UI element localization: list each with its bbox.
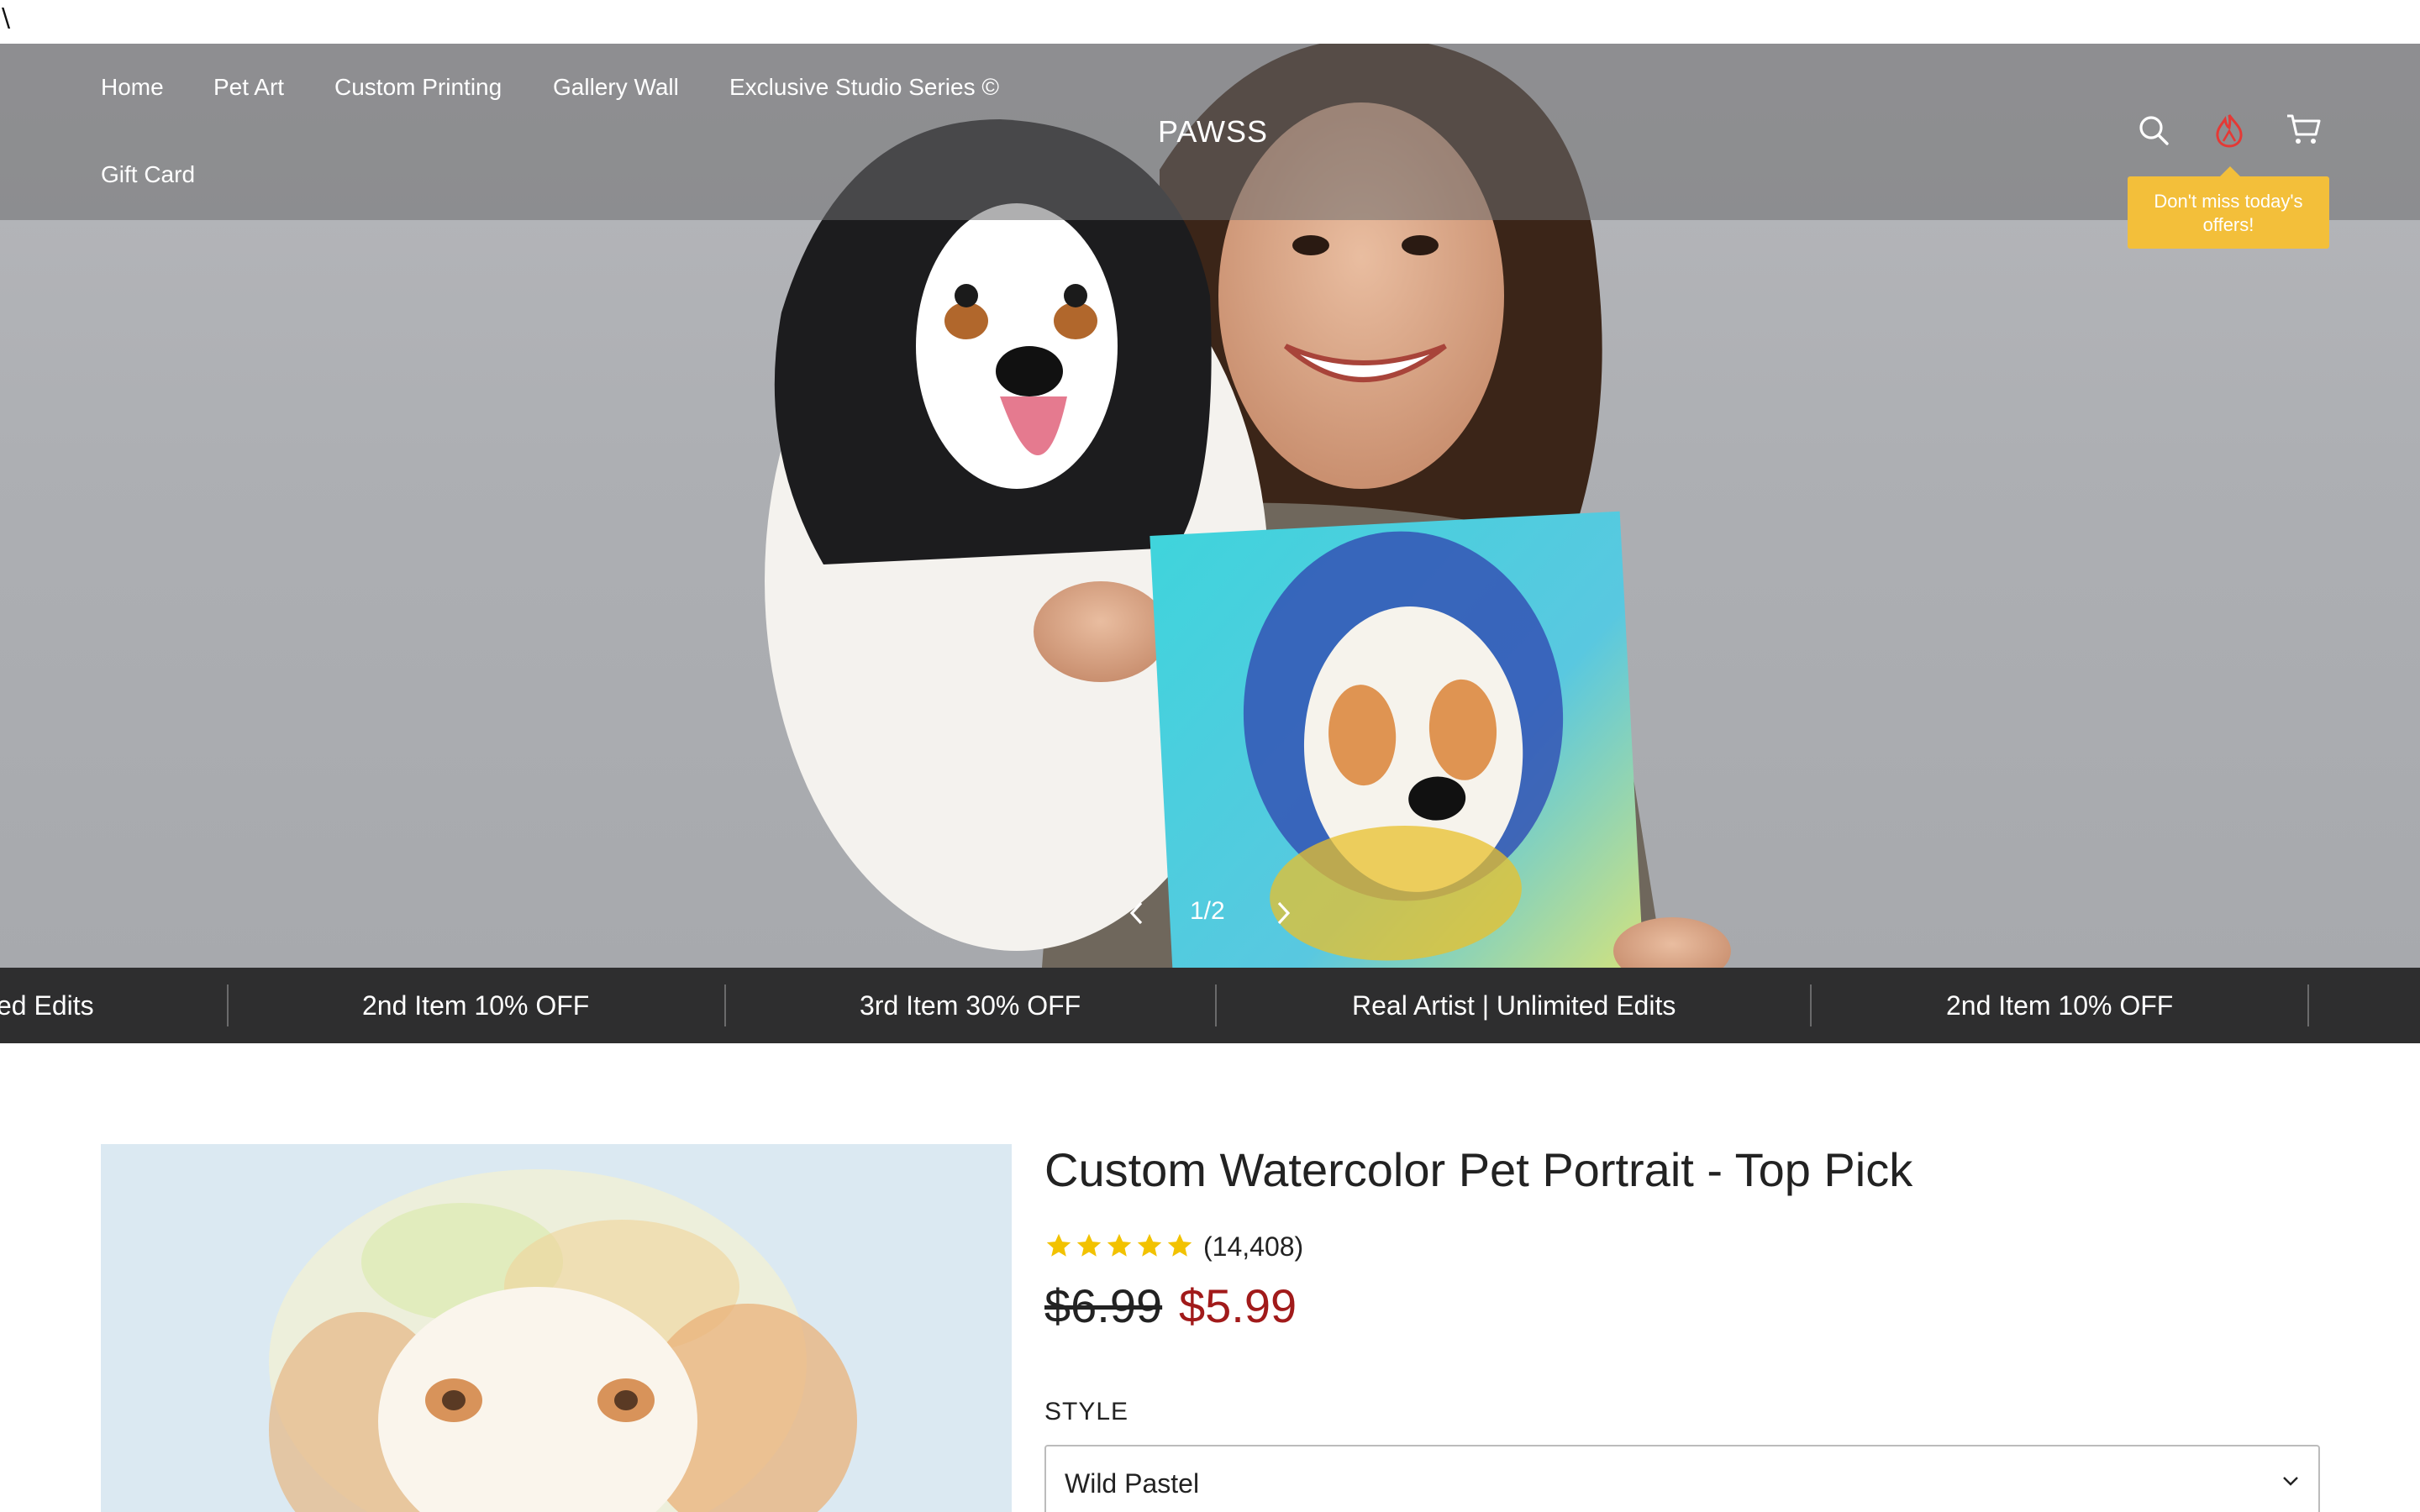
marquee-divider xyxy=(1215,984,1217,1026)
tooltip-arrow xyxy=(2220,166,2240,176)
marquee-item: 2nd Item 10% OFF xyxy=(1946,990,2174,1021)
marquee-divider xyxy=(1810,984,1812,1026)
style-label: STYLE xyxy=(1044,1398,1129,1425)
product-image[interactable] xyxy=(101,1144,1012,1512)
marquee-item: 3rd Item 30% OFF xyxy=(860,990,1081,1021)
star-icon xyxy=(1046,1233,1071,1257)
marquee-divider xyxy=(227,984,229,1026)
site-logo[interactable]: PAWSS xyxy=(1158,114,1268,150)
marquee-item: 2nd Item 10% OFF xyxy=(362,990,590,1021)
search-icon xyxy=(2139,116,2169,145)
style-select-value: Wild Pastel xyxy=(1065,1468,1200,1499)
product-title: Custom Watercolor Pet Portrait - Top Pic… xyxy=(1044,1143,1913,1196)
slide-counter: 1/2 xyxy=(1190,897,1225,925)
offers-tooltip: Don't miss today's offers! xyxy=(2128,176,2329,249)
slide-prev-button[interactable] xyxy=(1126,899,1148,932)
marquee-divider xyxy=(2307,984,2309,1026)
search-button[interactable] xyxy=(2138,114,2170,150)
nav-exclusive-studio-series[interactable]: Exclusive Studio Series © xyxy=(729,74,999,101)
star-icon xyxy=(1107,1233,1132,1257)
nav-custom-printing[interactable]: Custom Printing xyxy=(334,74,502,101)
flame-icon xyxy=(2216,114,2243,148)
star-icon xyxy=(1076,1233,1102,1257)
product-photo xyxy=(101,1144,1012,1512)
marquee-item: ed Edits xyxy=(0,990,94,1021)
original-price: $6.99 xyxy=(1044,1279,1163,1332)
sale-price: $5.99 xyxy=(1179,1279,1297,1332)
promo-marquee: ed Edits 2nd Item 10% OFF 3rd Item 30% O… xyxy=(0,968,2420,1043)
chevron-left-icon xyxy=(1129,901,1143,925)
nav-pet-art[interactable]: Pet Art xyxy=(213,74,284,101)
marquee-item: Real Artist | Unlimited Edits xyxy=(1352,990,1676,1021)
cart-button[interactable] xyxy=(2286,113,2321,150)
review-count[interactable]: (14,408) xyxy=(1203,1231,1303,1263)
cart-icon xyxy=(2287,114,2321,144)
star-icon xyxy=(1167,1233,1192,1257)
star-icon xyxy=(1137,1233,1162,1257)
chevron-right-icon xyxy=(1277,901,1291,925)
nav-gift-card[interactable]: Gift Card xyxy=(101,161,195,188)
style-select[interactable]: Wild Pastel xyxy=(1044,1445,2320,1512)
slide-next-button[interactable] xyxy=(1272,899,1294,932)
nav-gallery-wall[interactable]: Gallery Wall xyxy=(553,74,679,101)
marquee-divider xyxy=(724,984,726,1026)
offers-button[interactable] xyxy=(2213,113,2245,152)
rating-stars[interactable] xyxy=(1044,1231,1194,1262)
chevron-down-icon xyxy=(2283,1477,2298,1486)
nav-home[interactable]: Home xyxy=(101,74,164,101)
stray-character: \ xyxy=(2,3,11,33)
